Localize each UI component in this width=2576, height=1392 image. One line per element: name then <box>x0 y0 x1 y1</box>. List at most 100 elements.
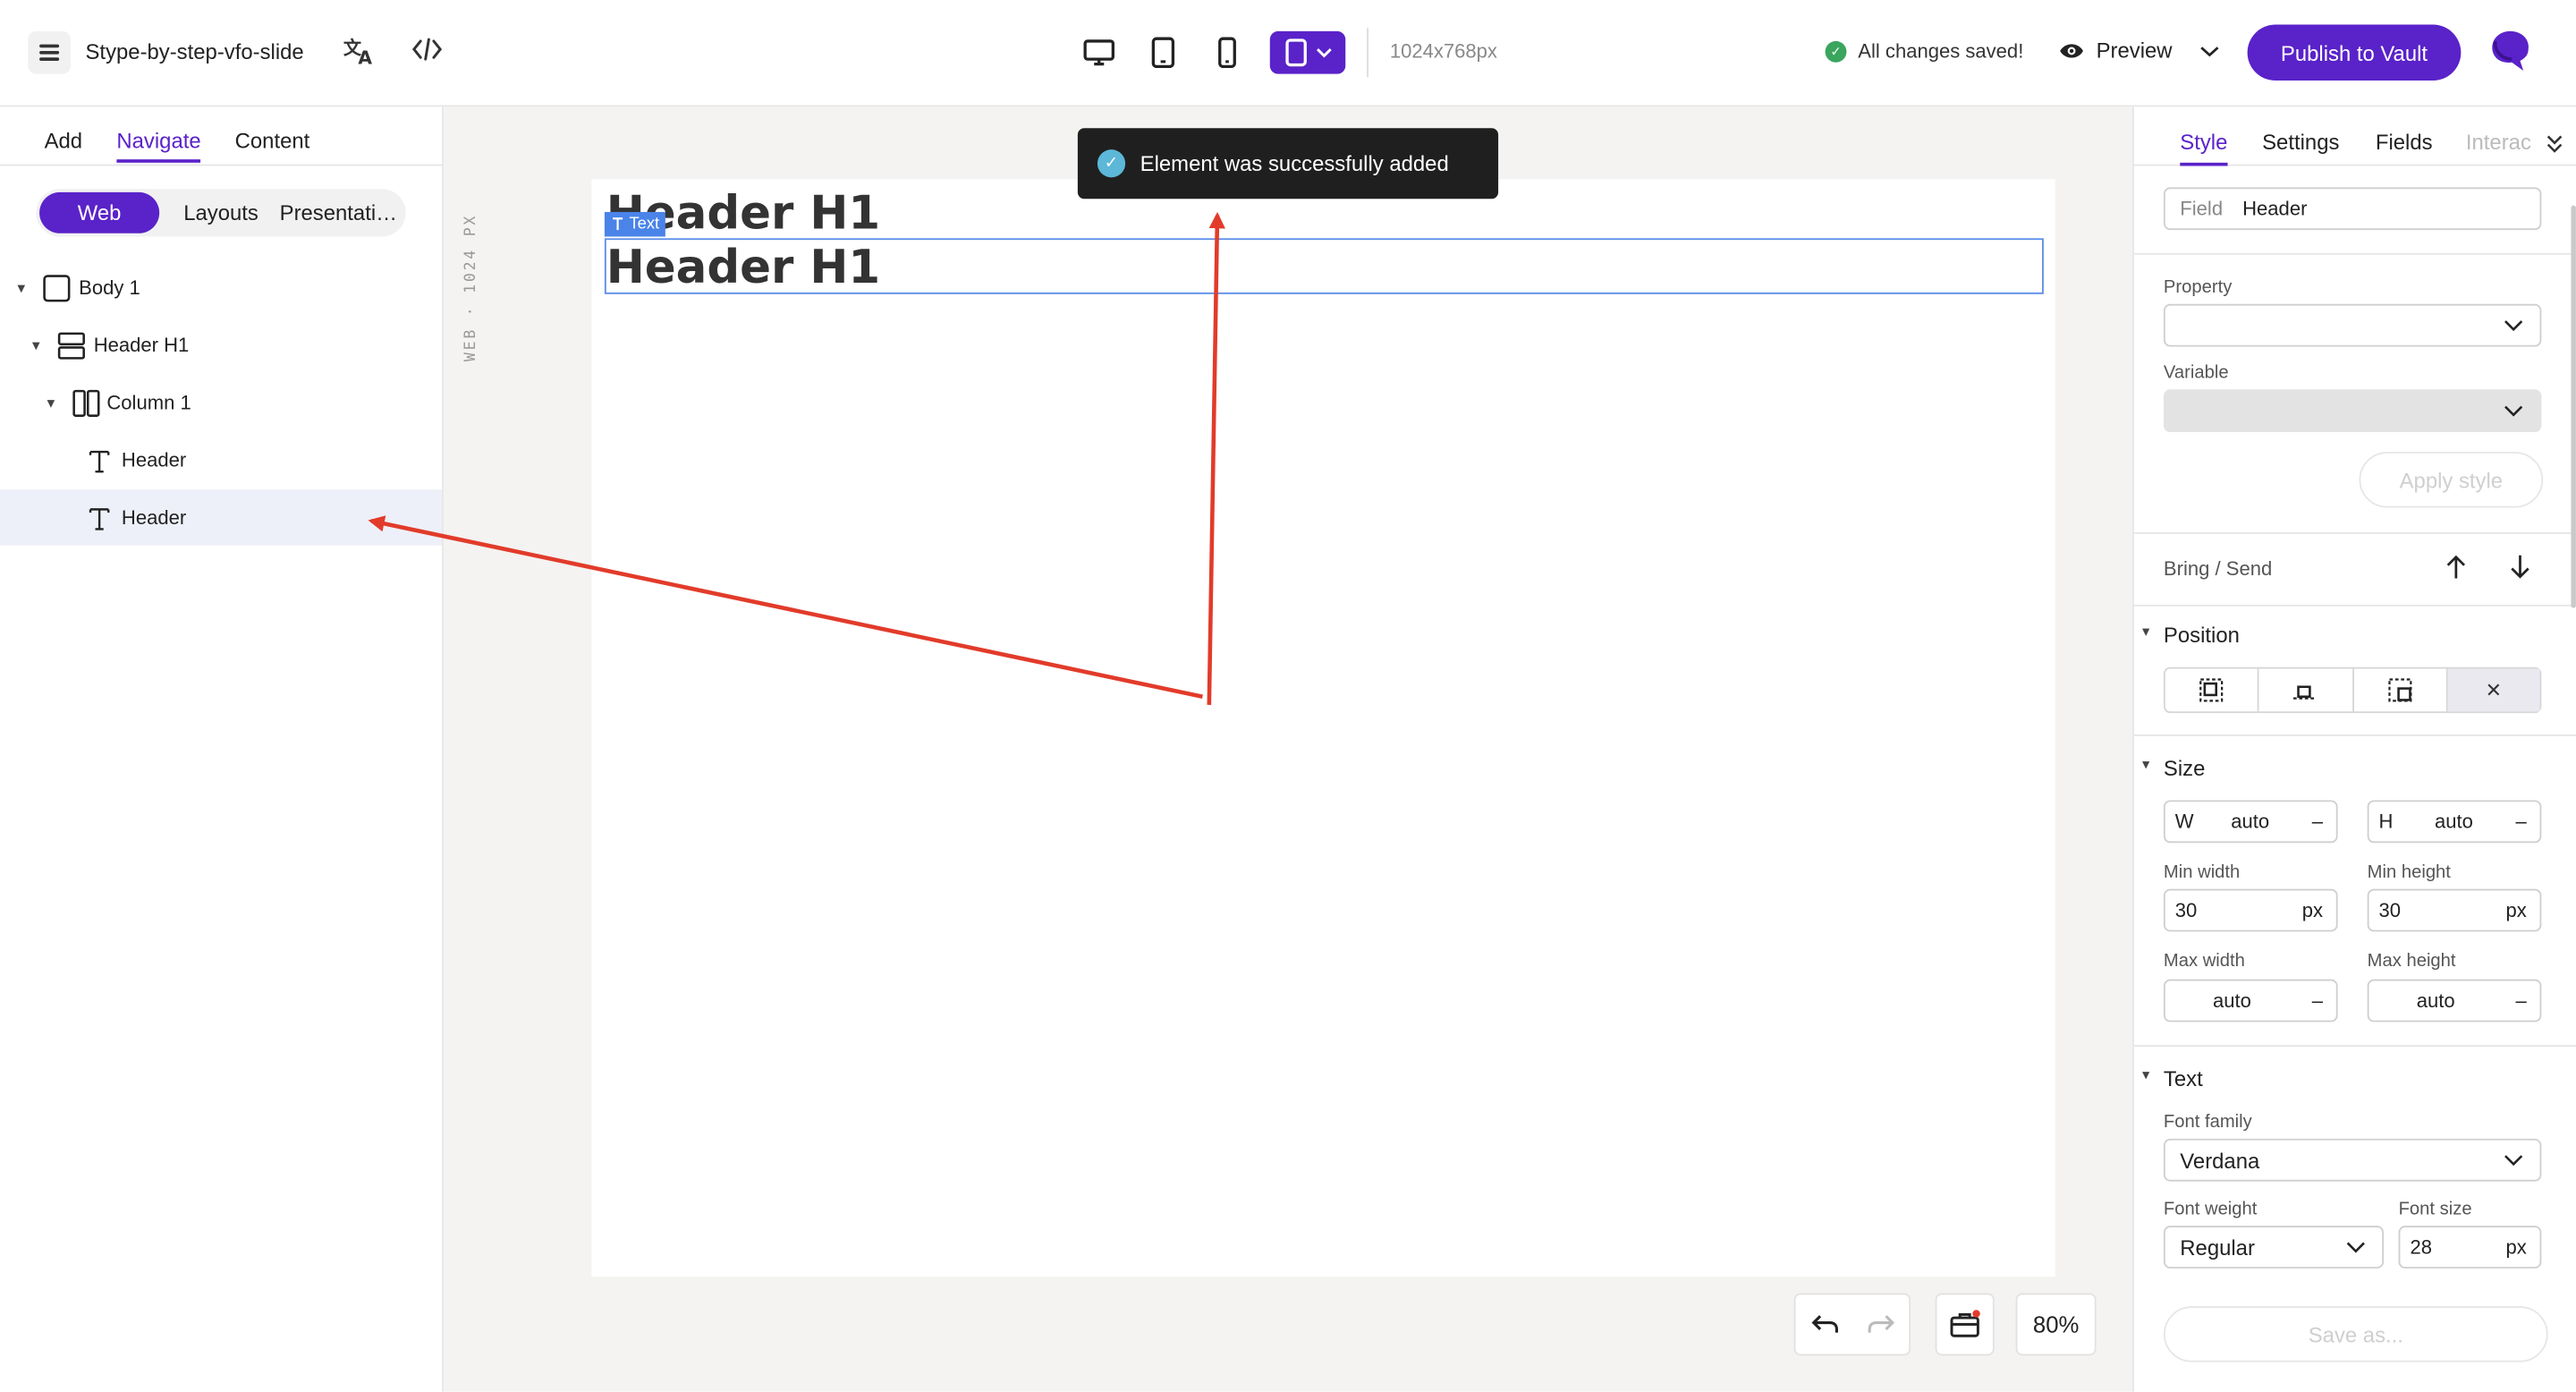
translate-icon[interactable]: 文A <box>343 36 377 73</box>
svg-text:A: A <box>358 47 372 66</box>
bring-send-label: Bring / Send <box>2163 556 2273 581</box>
close-icon: ✕ <box>2485 678 2503 702</box>
ruler-label: WEB · 1024 PX <box>462 213 480 362</box>
desktop-view-button[interactable] <box>1078 31 1121 74</box>
undo-icon[interactable] <box>1809 1313 1839 1337</box>
tab-style[interactable]: Style <box>2180 130 2227 166</box>
tree-item-header-selected[interactable]: Header <box>0 489 443 546</box>
text-icon <box>89 507 110 530</box>
field-input[interactable]: Field Header <box>2163 187 2542 231</box>
tab-navigate[interactable]: Navigate <box>116 128 202 163</box>
caret-down-icon[interactable]: ▼ <box>45 395 58 411</box>
font-size-input[interactable]: 28 px <box>2398 1226 2542 1269</box>
font-family-value: Verdana <box>2180 1147 2260 1173</box>
min-width-label: Min width <box>2163 862 2241 883</box>
chevron-down-icon <box>2504 320 2523 332</box>
tab-settings[interactable]: Settings <box>2262 130 2339 155</box>
view-segmented-control: Web Layouts Presentati… <box>36 189 406 237</box>
min-height-value: 30 <box>2378 898 2402 922</box>
device-icon <box>1284 38 1306 67</box>
position-section-title[interactable]: Position <box>2142 623 2240 648</box>
min-height-unit: px <box>2505 898 2527 922</box>
publish-button[interactable]: Publish to Vault <box>2247 24 2462 81</box>
font-family-select[interactable]: Verdana <box>2163 1138 2542 1182</box>
tree-item-label: Header H1 <box>93 333 190 357</box>
field-label: Field <box>2180 197 2224 221</box>
row-icon <box>57 331 85 359</box>
position-fixed-icon <box>2387 678 2411 702</box>
preview-button[interactable]: Preview <box>2058 38 2219 63</box>
phone-view-button[interactable] <box>1206 31 1249 74</box>
segment-web[interactable]: Web <box>39 191 160 233</box>
right-panel-scrollbar[interactable] <box>2571 205 2576 608</box>
max-width-input[interactable]: auto – <box>2163 979 2338 1023</box>
width-unit: – <box>2311 810 2324 834</box>
resolution-label: 1024x768px <box>1389 39 1497 63</box>
max-height-label: Max height <box>2367 951 2456 972</box>
tree-item-body[interactable]: ▼ Body 1 <box>0 259 442 315</box>
tab-content[interactable]: Content <box>235 128 310 153</box>
min-height-input[interactable]: 30 px <box>2367 888 2542 932</box>
divider <box>2133 734 2576 736</box>
tab-add[interactable]: Add <box>45 128 83 153</box>
check-circle-icon: ✓ <box>1825 39 1847 62</box>
chevron-double-down-icon[interactable] <box>2546 135 2563 155</box>
tree-item-label: Body 1 <box>79 276 140 300</box>
min-width-value: 30 <box>2174 898 2198 922</box>
field-value: Header <box>2242 197 2308 221</box>
save-as-button[interactable]: Save as... <box>2163 1306 2548 1362</box>
tablet-view-button[interactable] <box>1142 31 1185 74</box>
element-type-label: Text <box>629 215 660 233</box>
left-panel-tabs: Add Navigate Content <box>0 106 444 166</box>
tree-item-header-h1[interactable]: ▼ Header H1 <box>0 317 442 372</box>
tree-item-label: Column 1 <box>106 391 191 414</box>
tab-interactions[interactable]: Interac <box>2466 130 2531 155</box>
variable-select[interactable] <box>2163 389 2542 433</box>
position-absolute-button[interactable] <box>2165 668 2259 712</box>
size-section-title[interactable]: Size <box>2142 756 2206 781</box>
caret-down-icon[interactable]: ▼ <box>30 337 43 352</box>
tree-item-column[interactable]: ▼ Column 1 <box>0 375 442 430</box>
right-panel: Style Settings Fields Interac Field Head… <box>2132 106 2576 1392</box>
max-height-value: auto <box>2416 989 2455 1013</box>
font-weight-select[interactable]: Regular <box>2163 1226 2385 1269</box>
custom-device-dropdown[interactable] <box>1269 30 1346 74</box>
arrow-up-icon[interactable] <box>2445 554 2468 580</box>
tree-item-label: Header <box>121 448 187 472</box>
column-icon <box>72 388 100 417</box>
property-select[interactable] <box>2163 303 2542 347</box>
position-relative-icon <box>2293 685 2318 700</box>
divider <box>2133 604 2576 607</box>
min-width-unit: px <box>2301 898 2324 922</box>
max-height-unit: – <box>2515 989 2527 1013</box>
left-panel: Add Navigate Content Web Layouts Present… <box>0 106 444 1392</box>
divider <box>1367 28 1368 78</box>
code-icon[interactable] <box>411 38 443 67</box>
min-width-input[interactable]: 30 px <box>2163 888 2338 932</box>
tree-item-header[interactable]: Header <box>0 432 442 488</box>
page-canvas[interactable] <box>591 179 2055 1277</box>
tree-item-label: Header <box>121 505 187 530</box>
menu-button[interactable] <box>28 30 71 74</box>
position-fixed-button[interactable] <box>2353 668 2448 712</box>
chevron-down-icon <box>2504 1155 2523 1167</box>
position-none-button[interactable]: ✕ <box>2447 668 2540 712</box>
position-relative-button[interactable] <box>2259 668 2354 712</box>
zoom-level[interactable]: 80% <box>2015 1293 2097 1356</box>
briefcase-button[interactable] <box>1935 1293 1995 1356</box>
arrow-down-icon[interactable] <box>2509 554 2532 580</box>
segment-layouts[interactable]: Layouts <box>167 189 274 236</box>
width-value: auto <box>2231 810 2270 834</box>
avatar[interactable] <box>2489 28 2532 73</box>
apply-style-button[interactable]: Apply style <box>2359 452 2544 508</box>
width-input[interactable]: W auto – <box>2163 800 2338 844</box>
chevron-down-icon[interactable] <box>2200 44 2220 57</box>
max-height-input[interactable]: auto – <box>2367 979 2542 1023</box>
segment-presentations[interactable]: Presentati… <box>276 189 402 236</box>
tab-fields[interactable]: Fields <box>2376 130 2433 155</box>
height-input[interactable]: H auto – <box>2367 800 2542 844</box>
app-root: Stype-by-step-vfo-slide 文A 1024x768px ✓ … <box>0 0 2576 1392</box>
caret-down-icon[interactable]: ▼ <box>15 280 29 295</box>
text-section-title[interactable]: Text <box>2142 1066 2203 1091</box>
redo-icon[interactable] <box>1866 1313 1895 1337</box>
